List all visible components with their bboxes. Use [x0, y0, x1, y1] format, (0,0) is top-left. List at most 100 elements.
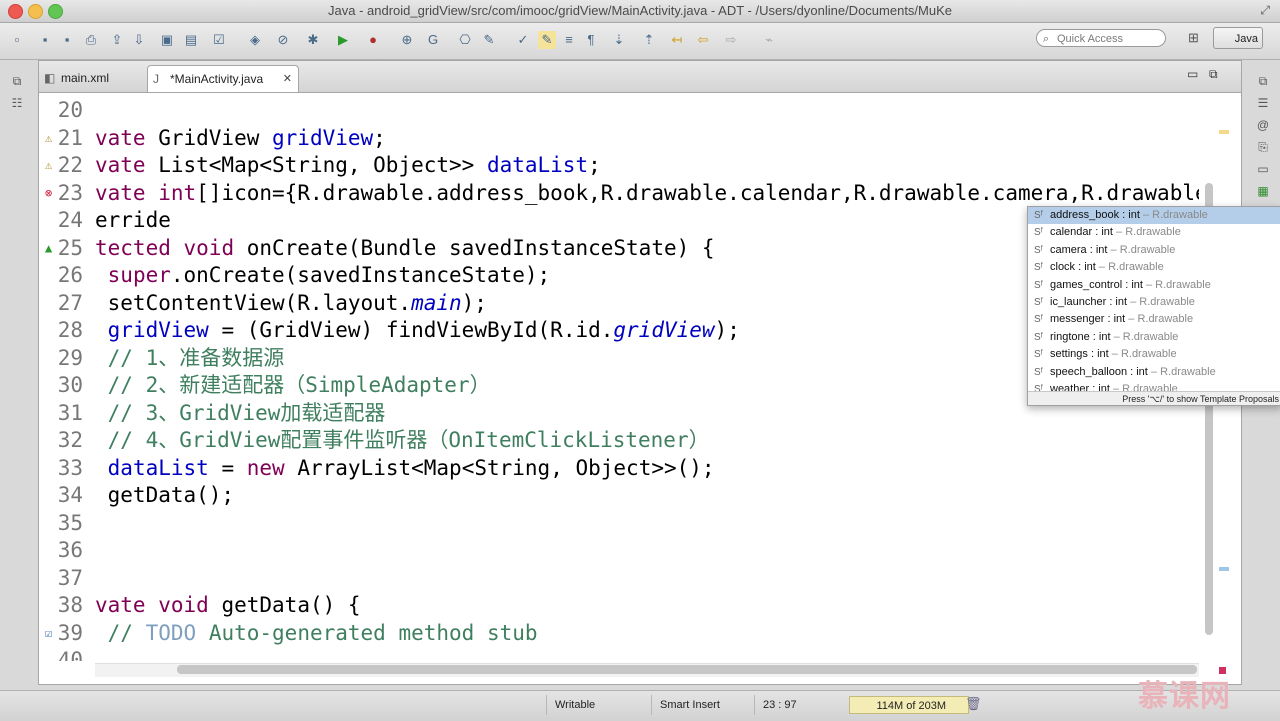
code-line[interactable]: ⊗ 23 vate int[]icon={R.drawable.address_bo…: [39, 180, 1199, 207]
avd-manager-icon[interactable]: ▤: [182, 31, 200, 49]
console-icon[interactable]: ▭: [1254, 162, 1272, 178]
task-marker[interactable]: [1219, 567, 1229, 571]
run-icon[interactable]: ▶: [334, 31, 352, 49]
declaration-icon[interactable]: ⎘: [1254, 140, 1272, 156]
restore-right-icon[interactable]: ⧉: [1254, 74, 1272, 90]
code-line[interactable]: 26 super.onCreate(savedInstanceState);: [39, 262, 1199, 289]
code-line[interactable]: 35: [39, 510, 1199, 537]
code-line[interactable]: ⚠ 22 vate List<Map<String, Object>> dataLi…: [39, 152, 1199, 179]
code-line[interactable]: 20: [39, 97, 1199, 124]
code-text: // 3、GridView加载适配器: [107, 400, 386, 425]
next-annotation-icon[interactable]: ⇣: [610, 31, 628, 49]
code-line[interactable]: 36: [39, 537, 1199, 564]
code-line[interactable]: ☑ 39 // TODO Auto-generated method stub: [39, 620, 1199, 647]
horizontal-scrollbar-thumb[interactable]: [177, 665, 1197, 674]
upload-icon[interactable]: ⇪: [108, 31, 126, 49]
proposal-separator: –: [1127, 296, 1140, 308]
code-line[interactable]: ▲ 25 tected void onCreate(Bundle savedInst…: [39, 235, 1199, 262]
static-field-icon: Sᶠ: [1034, 349, 1043, 361]
outline-icon[interactable]: ☰: [1254, 96, 1272, 112]
code-editor[interactable]: 20 ⚠ 21 vate GridView gridView; ⚠ 22 vate List…: [39, 93, 1199, 661]
new-package-icon[interactable]: G: [424, 31, 442, 49]
code-line[interactable]: 38 vate void getData() {: [39, 592, 1199, 619]
garbage-collect-icon[interactable]: 🗑: [965, 696, 982, 712]
proposal-separator: –: [1142, 278, 1156, 291]
code-line[interactable]: 28 gridView = (GridView) findViewById(R.…: [39, 317, 1199, 344]
previous-annotation-icon[interactable]: ⇡: [640, 31, 658, 49]
line-number: 26: [57, 263, 83, 287]
fullscreen-icon[interactable]: ⤢: [1260, 3, 1270, 18]
content-assist-item[interactable]: Sᶠ ringtone : int – R.drawable: [1028, 329, 1280, 346]
content-assist-list: Sᶠ address_book : int – R.drawable Sᶠ calen…: [1028, 207, 1280, 391]
search-icon: ⌕: [1043, 33, 1050, 45]
open-perspective-icon[interactable]: ⊞: [1188, 30, 1199, 46]
proposal-name: ringtone : int: [1050, 330, 1111, 343]
static-field-icon: Sᶠ: [1034, 366, 1043, 378]
search-tool-icon[interactable]: ✎: [480, 31, 498, 49]
logcat-icon[interactable]: ▦: [1254, 184, 1272, 200]
warning-marker[interactable]: [1219, 130, 1229, 134]
content-assist-item[interactable]: Sᶠ clock : int – R.drawable: [1028, 259, 1280, 276]
highlight-icon[interactable]: ✎: [538, 31, 556, 49]
code-line[interactable]: 40: [39, 647, 1199, 661]
external-tools-icon[interactable]: ●: [364, 31, 382, 49]
content-assist-item[interactable]: Sᶠ settings : int – R.drawable: [1028, 346, 1280, 363]
code-line[interactable]: 37: [39, 565, 1199, 592]
quick-access-input[interactable]: ⌕ Quick Access: [1036, 29, 1166, 47]
save-all-icon[interactable]: ▪: [58, 31, 76, 49]
block-selection-icon[interactable]: ¶: [582, 31, 600, 49]
maximize-editor-icon[interactable]: ⧉: [1209, 67, 1218, 82]
new-file-icon[interactable]: ▫: [8, 31, 26, 49]
toggle-mark-occurrences-icon[interactable]: ✓: [514, 31, 532, 49]
show-whitespace-icon[interactable]: ≡: [560, 31, 578, 49]
code-line[interactable]: ⚠ 21 vate GridView gridView;: [39, 125, 1199, 152]
save-icon[interactable]: ▪: [36, 31, 54, 49]
content-assist-item[interactable]: Sᶠ calendar : int – R.drawable: [1028, 224, 1280, 241]
android-sdk-icon[interactable]: ▣: [158, 31, 176, 49]
code-line[interactable]: 32 // 4、GridView配置事件监听器（OnItemClickListe…: [39, 427, 1199, 454]
content-assist-item[interactable]: Sᶠ speech_balloon : int – R.drawable: [1028, 364, 1280, 381]
proposal-name: ic_launcher : int: [1050, 296, 1128, 308]
tab-mainactivity-java[interactable]: J *MainActivity.java ✕: [147, 65, 299, 92]
new-class-icon[interactable]: ⊕: [398, 31, 416, 49]
package-explorer-icon[interactable]: ☷: [8, 96, 26, 112]
code-line[interactable]: 27 setContentView(R.layout.main);: [39, 290, 1199, 317]
code-line[interactable]: 31 // 3、GridView加载适配器: [39, 400, 1199, 427]
proposal-separator: –: [1147, 365, 1161, 378]
forward-icon[interactable]: ⇨: [722, 31, 740, 49]
proposal-separator: –: [1125, 313, 1138, 326]
back-icon[interactable]: ⇦: [694, 31, 712, 49]
code-line[interactable]: 34 getData();: [39, 482, 1199, 509]
restore-icon[interactable]: ⧉: [8, 74, 26, 90]
minimize-editor-icon[interactable]: ▭: [1187, 67, 1198, 81]
java-perspective-button[interactable]: Java: [1213, 27, 1263, 49]
open-type-icon[interactable]: ⎔: [456, 31, 474, 49]
print-icon[interactable]: ⎙: [82, 31, 100, 49]
tab-label: main.xml: [61, 71, 110, 85]
content-assist-item[interactable]: Sᶠ ic_launcher : int – R.drawable: [1028, 294, 1280, 311]
line-number: 36: [57, 538, 83, 562]
content-assist-item[interactable]: Sᶠ camera : int – R.drawable: [1028, 242, 1280, 259]
download-icon[interactable]: ⇩: [130, 31, 148, 49]
heap-status[interactable]: 114M of 203M: [849, 696, 969, 714]
content-assist-item[interactable]: Sᶠ games_control : int – R.drawable: [1028, 277, 1280, 294]
content-assist-item[interactable]: Sᶠ messenger : int – R.drawable: [1028, 311, 1280, 328]
code-line[interactable]: 24 erride: [39, 207, 1199, 234]
code-text: dataList = new ArrayList<Map<String, Obj…: [107, 455, 715, 480]
last-edit-icon[interactable]: ↤: [668, 31, 686, 49]
debug-icon[interactable]: ✱: [304, 31, 322, 49]
close-tab-icon[interactable]: ✕: [283, 66, 292, 93]
javadoc-icon[interactable]: @: [1254, 118, 1272, 134]
pin-editor-icon[interactable]: ⌁: [760, 31, 778, 49]
status-bar: Writable Smart Insert 23 : 97: [0, 690, 1280, 721]
content-assist-item[interactable]: Sᶠ weather : int – R.drawable: [1028, 381, 1280, 391]
content-assist-item[interactable]: Sᶠ address_book : int – R.drawable: [1028, 207, 1280, 224]
code-line[interactable]: 29 // 1、准备数据源: [39, 345, 1199, 372]
new-android-project-icon[interactable]: ◈: [246, 31, 264, 49]
code-line[interactable]: 33 dataList = new ArrayList<Map<String, …: [39, 455, 1199, 482]
lint-check-icon[interactable]: ☑: [210, 31, 228, 49]
tab-main-xml[interactable]: ◧ main.xml: [39, 65, 144, 92]
code-line[interactable]: 30 // 2、新建适配器（SimpleAdapter）: [39, 372, 1199, 399]
line-number: 35: [57, 510, 83, 535]
skip-breakpoints-icon[interactable]: ⊘: [274, 31, 292, 49]
